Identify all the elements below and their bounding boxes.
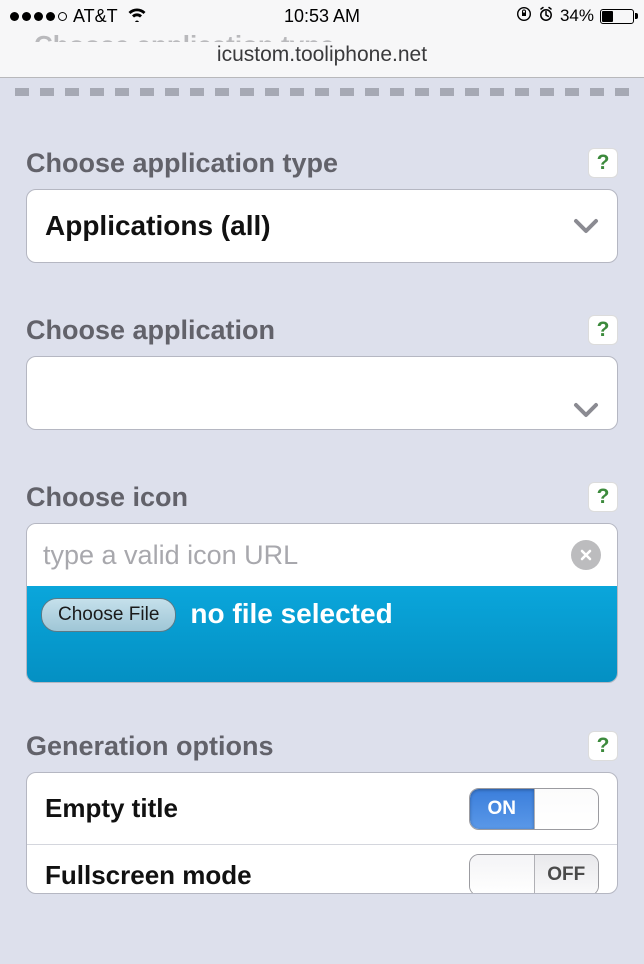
- section-icon: ? Choose icon Choose File no file select…: [26, 482, 618, 683]
- help-button-app-type[interactable]: ?: [588, 148, 618, 178]
- toggle-empty-title[interactable]: ON: [469, 788, 599, 830]
- label-app-type: Choose application type: [26, 148, 618, 179]
- file-status-text: no file selected: [190, 596, 392, 632]
- wifi-icon: [127, 6, 147, 27]
- select-app-type-value: Applications (all): [45, 210, 271, 242]
- file-upload-row: Choose File no file selected: [27, 586, 617, 682]
- toggle-fullscreen[interactable]: OFF: [469, 854, 599, 893]
- status-time: 10:53 AM: [284, 6, 360, 27]
- help-button-options[interactable]: ?: [588, 731, 618, 761]
- toggle-off-label: OFF: [535, 855, 599, 893]
- toggle-off-label: [534, 789, 599, 829]
- section-app: ? Choose application: [26, 315, 618, 430]
- ios-status-bar: AT&T 10:53 AM 34%: [0, 0, 644, 32]
- option-label-empty-title: Empty title: [45, 793, 178, 824]
- help-button-icon[interactable]: ?: [588, 482, 618, 512]
- select-app[interactable]: [26, 356, 618, 430]
- section-app-type: ? Choose application type Applications (…: [26, 148, 618, 263]
- battery-icon: [600, 9, 634, 24]
- choose-file-button[interactable]: Choose File: [41, 598, 176, 632]
- url-text: icustom.tooliphone.net: [217, 43, 427, 67]
- toggle-on-label: ON: [470, 789, 534, 829]
- rotation-lock-icon: [516, 6, 532, 27]
- option-label-fullscreen: Fullscreen mode: [45, 860, 252, 891]
- status-left: AT&T: [10, 6, 147, 27]
- clear-icon[interactable]: [571, 540, 601, 570]
- signal-strength-icon: [10, 12, 67, 21]
- status-right: 34%: [516, 6, 634, 27]
- chevron-down-icon: [573, 401, 599, 419]
- help-button-app[interactable]: ?: [588, 315, 618, 345]
- label-icon: Choose icon: [26, 482, 618, 513]
- icon-url-input[interactable]: [43, 540, 571, 571]
- icon-url-row: [27, 524, 617, 586]
- label-options: Generation options: [26, 731, 618, 762]
- label-app: Choose application: [26, 315, 618, 346]
- browser-address-bar[interactable]: Choose application type icustom.toolipho…: [0, 32, 644, 78]
- divider-dotted: [15, 88, 629, 96]
- carrier-label: AT&T: [73, 6, 118, 27]
- alarm-icon: [538, 6, 554, 27]
- option-row-empty-title: Empty title ON: [27, 773, 617, 845]
- chevron-down-icon: [573, 217, 599, 235]
- toggle-on-label: [470, 855, 535, 893]
- battery-percent: 34%: [560, 6, 594, 26]
- section-options: ? Generation options Empty title ON Full…: [26, 731, 618, 894]
- option-row-fullscreen: Fullscreen mode OFF: [27, 845, 617, 893]
- page-peek-header: Choose application type: [0, 32, 644, 42]
- select-app-type[interactable]: Applications (all): [26, 189, 618, 263]
